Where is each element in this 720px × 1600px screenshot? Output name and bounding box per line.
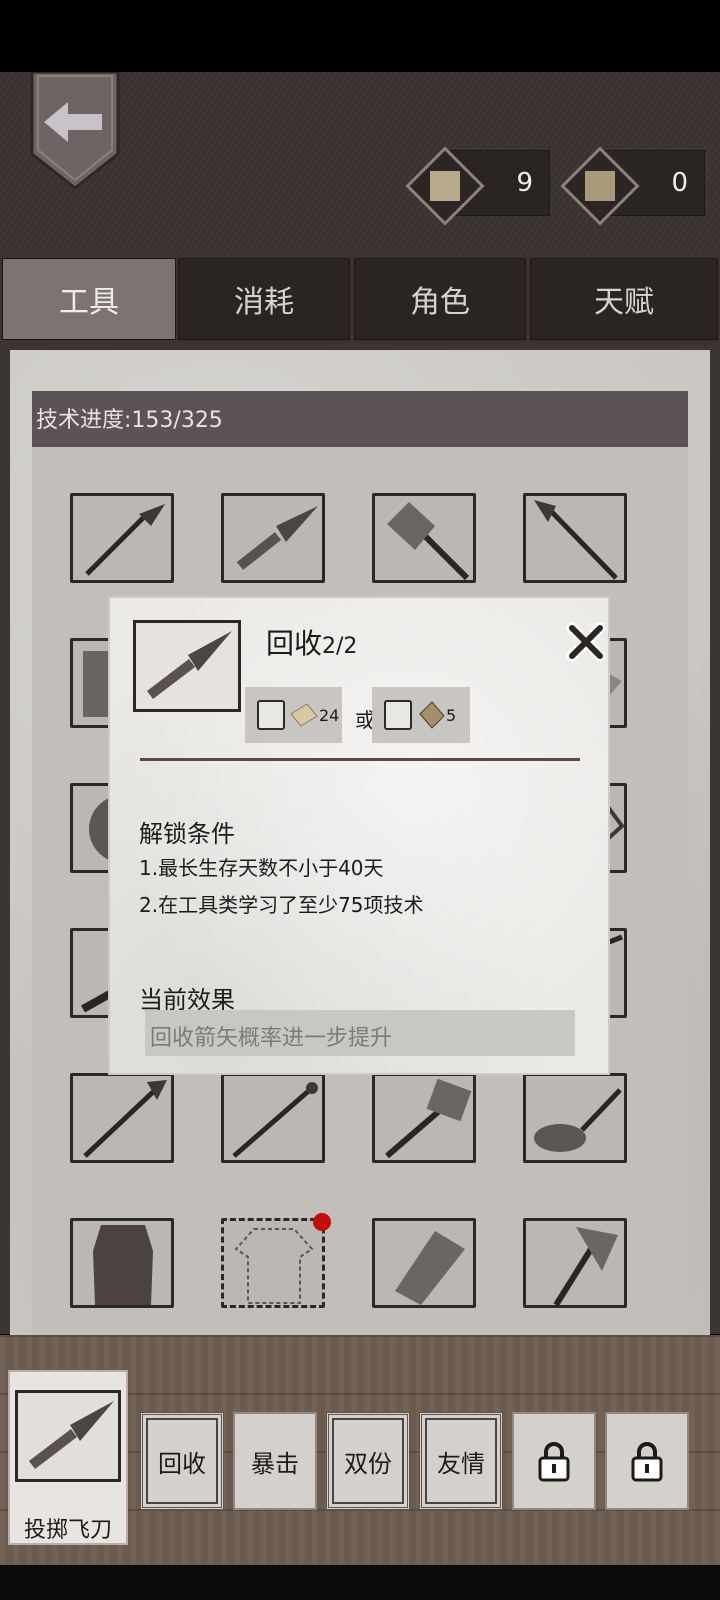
tech-slot-stone-club[interactable] (372, 1218, 476, 1308)
new-badge-dot (313, 1213, 331, 1231)
selected-item-label: 投掷飞刀 (23, 1518, 112, 1543)
resource-scroll: 9 (405, 146, 550, 226)
tech-slot-big-hammer[interactable] (372, 1073, 476, 1163)
close-icon (566, 622, 606, 662)
stone-club-icon (395, 1231, 465, 1305)
tech-slot-iron-spear[interactable] (523, 493, 627, 583)
perk-locked-2[interactable] (605, 1412, 689, 1510)
status-bar (0, 0, 720, 72)
tab-talent[interactable]: 天赋 (530, 258, 718, 340)
condition-2: 2.在工具类学习了至少75项技术 (139, 893, 424, 917)
tech-slot-frying-pan[interactable] (523, 1073, 627, 1163)
cost-option-book[interactable]: 5 (372, 687, 470, 743)
tab-consumables[interactable]: 消耗 (178, 258, 350, 340)
long-spear-icon (83, 1080, 167, 1158)
perk-friendship[interactable]: 友情 (419, 1412, 503, 1510)
perk-critical[interactable]: 暴击 (233, 1412, 317, 1510)
perk-recycle[interactable]: 回收 (140, 1412, 224, 1510)
cost-book-amount: 5 (446, 705, 457, 725)
tech-slot-leather-vest[interactable] (70, 1218, 174, 1308)
spellbook-icon (419, 701, 445, 729)
lock-icon (631, 1442, 663, 1482)
back-button[interactable] (30, 70, 120, 190)
close-button[interactable] (566, 622, 606, 662)
throwing-knife-icon (236, 506, 318, 570)
checkbox-book[interactable] (384, 700, 412, 730)
spear-icon (85, 504, 165, 576)
tech-slot-long-spear[interactable] (70, 1073, 174, 1163)
lock-icon (538, 1442, 570, 1482)
perk-double[interactable]: 双份 (326, 1412, 410, 1510)
frying-pan-icon (534, 1088, 622, 1152)
condition-1: 1.最长生存天数不小于40天 (139, 856, 384, 880)
popup-title-text: 回收 (266, 627, 323, 660)
unlock-conditions-title: 解锁条件 (139, 820, 235, 848)
tab-tools[interactable]: 工具 (2, 258, 176, 340)
popup-item-thumb (133, 620, 241, 712)
checkbox-scroll[interactable] (257, 700, 285, 730)
resource-book: 0 (560, 146, 705, 226)
popup-title: 回收2/2 (266, 622, 357, 662)
throwing-knife-icon (28, 1401, 114, 1469)
tech-slot-empty-shirt[interactable] (221, 1218, 325, 1308)
tab-character[interactable]: 角色 (354, 258, 526, 340)
perk-locked-1[interactable] (512, 1412, 596, 1510)
throwing-knife-icon (146, 631, 232, 699)
battle-axe-icon (553, 1227, 618, 1307)
tech-progress-label: 技术进度:153/325 (36, 408, 223, 433)
divider (140, 758, 580, 761)
tech-slot-spear[interactable] (70, 493, 174, 583)
big-hammer-icon (385, 1078, 472, 1159)
cost-scroll-amount: 24 (319, 705, 340, 725)
stone-hammer-icon (387, 502, 470, 581)
empty-shirt-slot-icon (234, 1228, 314, 1304)
nav-bar (0, 1565, 720, 1600)
parchment-scroll-icon (290, 703, 318, 727)
tech-slot-throwing-knife[interactable] (221, 493, 325, 583)
tech-slot-battle-axe[interactable] (523, 1218, 627, 1308)
iron-spear-icon (534, 500, 618, 580)
cost-option-scroll[interactable]: 24 (245, 687, 342, 743)
tech-slot-staff[interactable] (221, 1073, 325, 1163)
leather-vest-icon (93, 1225, 153, 1305)
popup-level: 2/2 (322, 634, 358, 659)
tech-slot-stone-hammer[interactable] (372, 493, 476, 583)
staff-icon (232, 1082, 318, 1158)
current-effect-text: 回收箭矢概率进一步提升 (150, 1026, 393, 1051)
selected-item-thumb (15, 1390, 121, 1482)
